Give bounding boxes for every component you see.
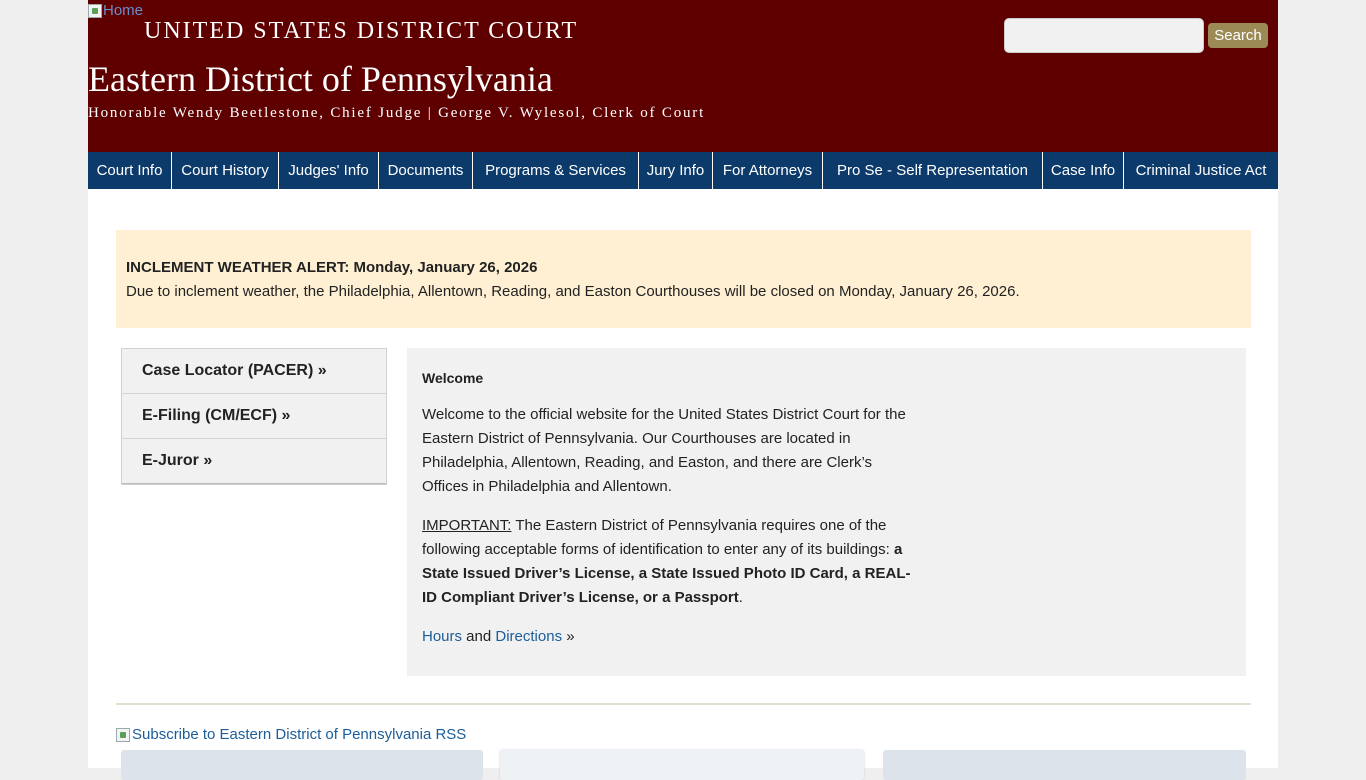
nav-for-attorneys[interactable]: For Attorneys xyxy=(713,152,823,189)
directions-link[interactable]: Directions xyxy=(495,628,562,645)
nav-pro-se[interactable]: Pro Se - Self Representation xyxy=(823,152,1043,189)
bottom-card xyxy=(500,750,864,780)
search-input[interactable] xyxy=(1004,18,1204,53)
important-label: IMPORTANT: xyxy=(422,517,512,534)
welcome-heading: Welcome xyxy=(422,370,484,386)
broken-image-icon xyxy=(88,3,102,18)
alert-title: INCLEMENT WEATHER ALERT: Monday, January… xyxy=(126,259,538,276)
main-nav: Court Info Court History Judges' Info Do… xyxy=(88,152,1278,189)
nav-court-info[interactable]: Court Info xyxy=(88,152,172,189)
bottom-card xyxy=(883,750,1246,780)
rss-link-alt-text: Subscribe to Eastern District of Pennsyl… xyxy=(132,726,467,743)
nav-case-info[interactable]: Case Info xyxy=(1043,152,1124,189)
welcome-panel: Welcome Welcome to the official website … xyxy=(407,348,1246,676)
hours-directions-line: Hours and Directions » xyxy=(422,625,912,649)
side-item-case-locator[interactable]: Case Locator (PACER) » xyxy=(122,349,386,394)
site-header: Home UNITED STATES DISTRICT COURT Easter… xyxy=(88,0,1278,152)
rss-subscribe-link[interactable]: Subscribe to Eastern District of Pennsyl… xyxy=(116,726,466,743)
id-requirement-end: . xyxy=(738,589,743,606)
nav-programs-services[interactable]: Programs & Services xyxy=(473,152,639,189)
welcome-content: Welcome Welcome to the official website … xyxy=(422,366,912,664)
side-item-e-juror[interactable]: E-Juror » xyxy=(122,439,386,484)
site-title-court: UNITED STATES DISTRICT COURT xyxy=(144,18,579,44)
quick-links-menu: Case Locator (PACER) » E-Filing (CM/ECF)… xyxy=(121,348,387,485)
search-button[interactable]: Search xyxy=(1208,23,1268,48)
nav-court-history[interactable]: Court History xyxy=(172,152,279,189)
home-link[interactable]: Home xyxy=(88,2,143,19)
broken-image-icon xyxy=(116,727,130,742)
bottom-card xyxy=(121,750,483,780)
home-link-alt-text: Home xyxy=(103,2,144,19)
side-item-e-filing[interactable]: E-Filing (CM/ECF) » xyxy=(122,394,386,439)
page: Home UNITED STATES DISTRICT COURT Easter… xyxy=(88,0,1278,780)
site-subtitle-officials: Honorable Wendy Beetlestone, Chief Judge… xyxy=(88,105,706,121)
welcome-paragraph: Welcome to the official website for the … xyxy=(422,406,906,495)
site-title-district: Eastern District of Pennsylvania xyxy=(88,59,553,99)
alert-body: Due to inclement weather, the Philadelph… xyxy=(126,283,1020,300)
section-divider xyxy=(116,703,1251,705)
nav-judges-info[interactable]: Judges' Info xyxy=(279,152,379,189)
nav-jury-info[interactable]: Jury Info xyxy=(639,152,713,189)
id-requirement-paragraph: IMPORTANT: The Eastern District of Penns… xyxy=(422,514,912,610)
hours-link[interactable]: Hours xyxy=(422,628,462,645)
and-text: and xyxy=(462,628,496,645)
nav-criminal-justice-act[interactable]: Criminal Justice Act xyxy=(1124,152,1278,189)
weather-alert-banner: INCLEMENT WEATHER ALERT: Monday, January… xyxy=(116,230,1251,328)
arrow-text: » xyxy=(562,628,575,645)
nav-documents[interactable]: Documents xyxy=(379,152,473,189)
